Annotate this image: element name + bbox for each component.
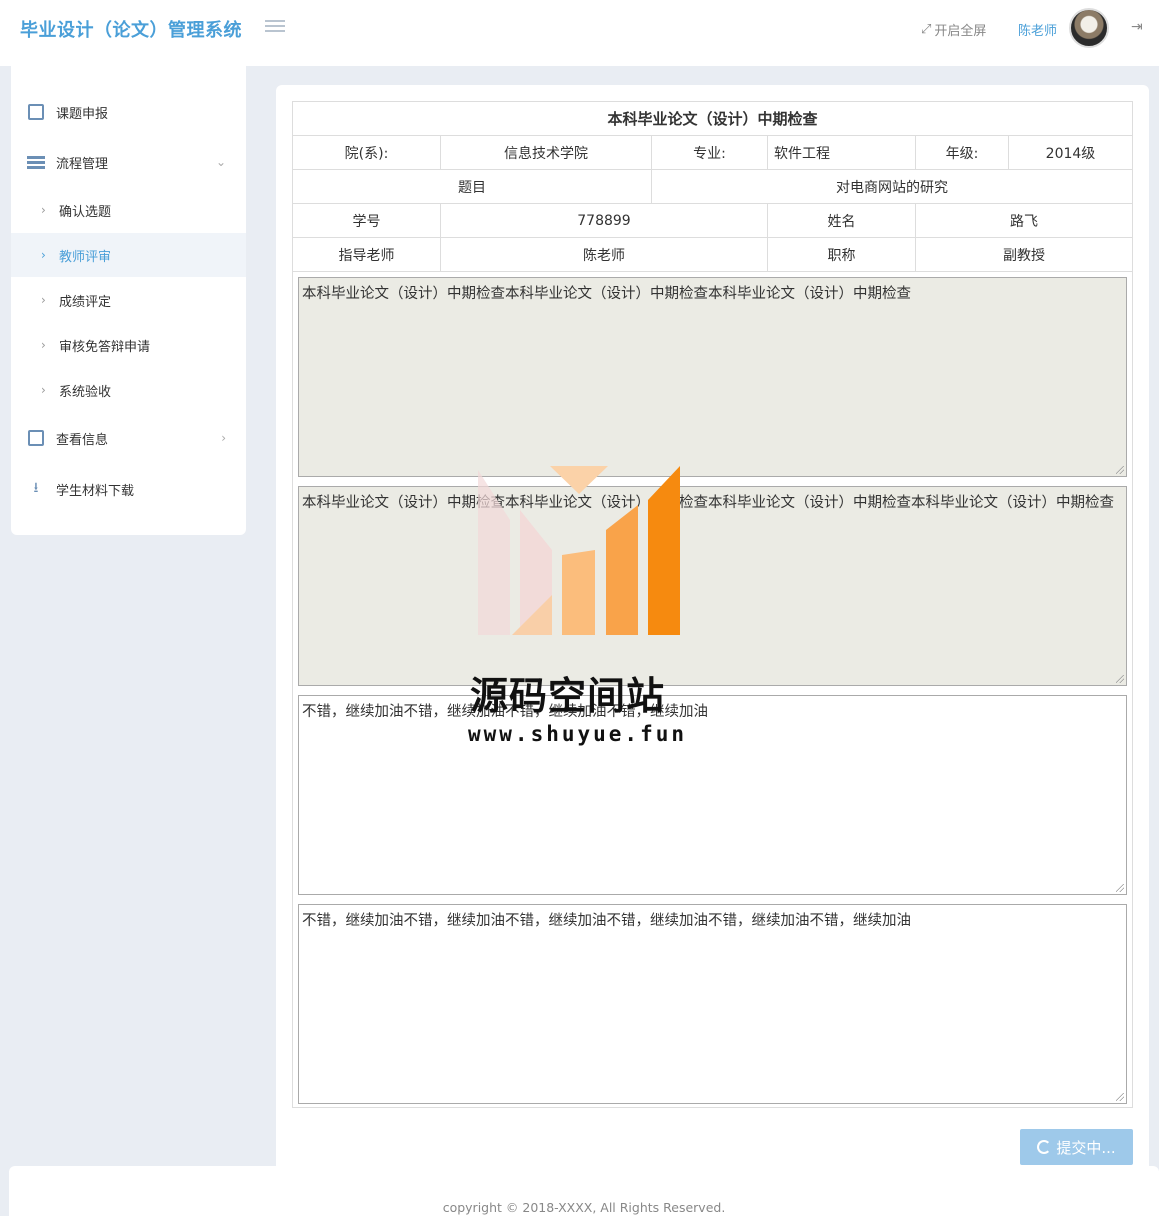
loading-spinner-icon bbox=[1037, 1140, 1052, 1154]
fullscreen-button[interactable]: ⤢ 开启全屏 bbox=[921, 20, 986, 39]
chevron-right-icon: › bbox=[41, 293, 46, 307]
sidebar-sub-acceptance[interactable]: › 系统验收 bbox=[11, 368, 246, 412]
name-value: 路飞 bbox=[915, 203, 1133, 238]
resize-handle-icon[interactable] bbox=[1116, 466, 1124, 474]
sidebar-sub-confirm-topic[interactable]: › 确认选题 bbox=[11, 188, 246, 232]
info-table: 本科毕业论文（设计）中期检查 院(系): 信息技术学院 专业: 软件工程 年级:… bbox=[292, 101, 1133, 272]
sidebar-sub-grading[interactable]: › 成绩评定 bbox=[11, 278, 246, 322]
expand-icon: ⤢ bbox=[921, 22, 932, 37]
fullscreen-label: 开启全屏 bbox=[934, 24, 987, 39]
progress-textarea-2[interactable]: 本科毕业论文（设计）中期检查本科毕业论文（设计）中期检查本科毕业论文（设计）中期… bbox=[298, 486, 1127, 686]
sidebar-sub-teacher-review[interactable]: › 教师评审 bbox=[11, 233, 246, 277]
checkbox-icon bbox=[27, 104, 45, 120]
dept-value: 信息技术学院 bbox=[440, 135, 652, 170]
submit-button[interactable]: 提交中... bbox=[1020, 1129, 1133, 1165]
title-rank-value: 副教授 bbox=[915, 237, 1133, 272]
name-label: 姓名 bbox=[767, 203, 916, 238]
document-list-icon bbox=[27, 430, 45, 446]
progress-textarea-1[interactable]: 本科毕业论文（设计）中期检查本科毕业论文（设计）中期检查本科毕业论文（设计）中期… bbox=[298, 277, 1127, 477]
topic-value: 对电商网站的研究 bbox=[651, 169, 1133, 204]
resize-handle-icon[interactable] bbox=[1116, 884, 1124, 892]
sidebar-item-view-info[interactable]: 查看信息 › bbox=[11, 416, 246, 460]
grade-label: 年级: bbox=[915, 135, 1009, 170]
copyright-text: copyright © 2018-XXXX, All Rights Reserv… bbox=[442, 1200, 726, 1215]
dept-label: 院(系): bbox=[292, 135, 441, 170]
comment-textarea-2[interactable]: 不错，继续加油不错，继续加油不错，继续加油不错，继续加油不错，继续加油不错，继续… bbox=[298, 904, 1127, 1104]
major-value: 软件工程 bbox=[767, 135, 916, 170]
major-label: 专业: bbox=[651, 135, 768, 170]
sidebar-item-download[interactable]: ⭳ 学生材料下载 bbox=[11, 467, 246, 511]
download-icon: ⭳ bbox=[33, 480, 39, 496]
sidebar-sub-exemption-review[interactable]: › 审核免答辩申请 bbox=[11, 323, 246, 367]
avatar[interactable] bbox=[1069, 8, 1109, 48]
main-panel: 本科毕业论文（设计）中期检查 院(系): 信息技术学院 专业: 软件工程 年级:… bbox=[276, 85, 1149, 1166]
chevron-down-icon: ⌄ bbox=[215, 155, 226, 169]
sidebar-item-topic-apply[interactable]: 课题申报 bbox=[11, 90, 246, 134]
sidebar: 课题申报 流程管理 ⌄ › 确认选题 › 教师评审 › 成绩评定 › 审核免答辩… bbox=[11, 66, 246, 535]
menu-toggle-icon[interactable] bbox=[265, 20, 285, 36]
chevron-right-icon: › bbox=[221, 431, 226, 445]
advisor-value: 陈老师 bbox=[440, 237, 768, 272]
student-id-value: 778899 bbox=[440, 203, 768, 238]
chevron-right-icon: › bbox=[41, 248, 46, 262]
grade-value: 2014级 bbox=[1008, 135, 1133, 170]
footer: copyright © 2018-XXXX, All Rights Reserv… bbox=[9, 1166, 1159, 1216]
student-id-label: 学号 bbox=[292, 203, 441, 238]
sidebar-item-process[interactable]: 流程管理 ⌄ bbox=[11, 140, 246, 184]
chevron-right-icon: › bbox=[41, 383, 46, 397]
form-title: 本科毕业论文（设计）中期检查 bbox=[292, 101, 1133, 136]
user-name[interactable]: 陈老师 bbox=[1018, 20, 1057, 39]
advisor-label: 指导老师 bbox=[292, 237, 441, 272]
resize-handle-icon[interactable] bbox=[1116, 675, 1124, 683]
title-rank-label: 职称 bbox=[767, 237, 916, 272]
topic-label: 题目 bbox=[292, 169, 652, 204]
list-icon bbox=[27, 154, 45, 170]
logout-icon[interactable]: ⇥ bbox=[1131, 19, 1143, 35]
chevron-right-icon: › bbox=[41, 203, 46, 217]
app-title[interactable]: 毕业设计（论文）管理系统 bbox=[20, 16, 242, 42]
chevron-right-icon: › bbox=[41, 338, 46, 352]
comment-textarea-1[interactable]: 不错，继续加油不错，继续加油不错，继续加油不错，继续加油 bbox=[298, 695, 1127, 895]
resize-handle-icon[interactable] bbox=[1116, 1093, 1124, 1101]
top-header: 毕业设计（论文）管理系统 ⤢ 开启全屏 陈老师 ⇥ bbox=[0, 0, 1159, 66]
